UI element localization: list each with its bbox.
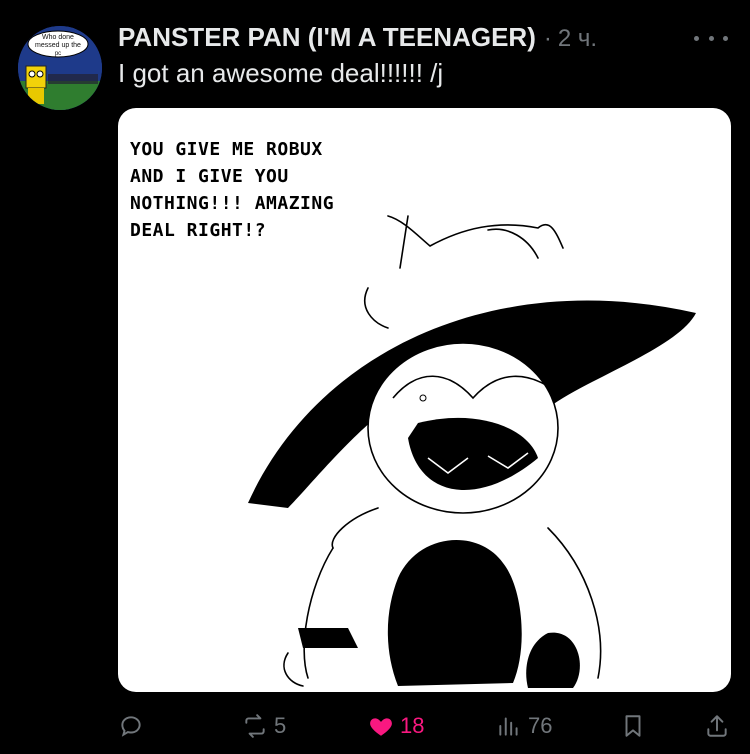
repost-count: 5 — [274, 713, 287, 738]
avatar-image: Who done messed up the pc — [18, 26, 102, 110]
reply-button[interactable] — [118, 706, 150, 746]
views-count: 76 — [528, 713, 553, 738]
like-button[interactable]: 18 — [368, 706, 424, 746]
post-timestamp[interactable]: 2 ч. — [558, 25, 597, 53]
more-options-icon[interactable] — [694, 28, 728, 48]
post-action-bar: 5 18 76 — [118, 706, 732, 746]
like-count: 18 — [400, 713, 425, 738]
heart-icon — [370, 718, 392, 736]
author-name[interactable]: PANSTER PAN (I'M A TEENAGER) — [118, 22, 536, 53]
post-text: I got an awesome deal!!!!!! /j — [118, 58, 444, 88]
comic-caption: YOU GIVE ME ROBUX AND I GIVE YOU NOTHING… — [130, 139, 335, 241]
repost-icon — [245, 714, 265, 738]
bookmark-button[interactable] — [620, 706, 646, 746]
author-avatar[interactable]: Who done messed up the pc — [18, 26, 102, 110]
views-button[interactable]: 76 — [496, 706, 552, 746]
post-media[interactable]: YOU GIVE ME ROBUX AND I GIVE YOU NOTHING… — [118, 108, 731, 692]
header-separator: · — [543, 25, 552, 52]
repost-button[interactable]: 5 — [242, 706, 286, 746]
share-icon — [707, 715, 727, 737]
share-button[interactable] — [704, 706, 730, 746]
svg-text:messed up the: messed up the — [35, 42, 81, 49]
svg-text:Who done: Who done — [42, 34, 74, 41]
svg-text:pc: pc — [55, 51, 61, 57]
bookmark-icon — [625, 715, 641, 737]
reply-icon — [121, 716, 141, 737]
post-header: PANSTER PAN (I'M A TEENAGER) · 2 ч. — [118, 22, 730, 54]
views-icon — [499, 717, 518, 736]
